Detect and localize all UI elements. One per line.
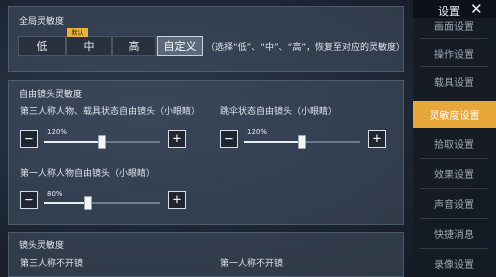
slider-fill	[44, 202, 88, 204]
slider-value-third-person: 120%	[47, 128, 68, 136]
third-person-slider[interactable]	[44, 135, 160, 149]
sidebar-item-pickup[interactable]: 拾取设置	[418, 132, 490, 154]
slider-value-first-person: 80%	[47, 190, 63, 198]
parachute-minus-button[interactable]: −	[220, 130, 238, 148]
sidebar-divider	[420, 66, 488, 67]
sidebar-item-display[interactable]: 画面设置	[418, 14, 490, 36]
sidebar-item-quick-messages[interactable]: 快捷消息	[418, 222, 490, 244]
slider-fill	[44, 141, 102, 143]
first-person-plus-button[interactable]: +	[168, 191, 186, 209]
free-camera-title: 自由镜头灵敏度	[19, 90, 83, 100]
sidebar-divider	[420, 188, 488, 189]
sidebar-divider	[420, 158, 488, 159]
level-hint-text: （选择“低”、“中”、“高”，恢复至对应的灵敏度）	[206, 43, 405, 53]
level-custom-button[interactable]: 自定义	[157, 36, 203, 56]
slider-label-third-person: 第三人称人物、载具状态自由镜头（小眼睛）	[20, 107, 201, 117]
slider-value-parachute: 120%	[247, 128, 268, 136]
level-medium-button[interactable]: 中	[66, 36, 112, 56]
sidebar-divider	[420, 248, 488, 249]
sidebar-item-controls[interactable]: 操作设置	[418, 42, 490, 64]
sidebar-divider	[420, 218, 488, 219]
camera-sensitivity-panel: 镜头灵敏度	[8, 232, 404, 277]
slider-thumb[interactable]	[98, 135, 106, 149]
sidebar-item-replay[interactable]: 录像设置	[418, 252, 490, 274]
slider-label-first-person: 第一人称人物自由镜头（小眼睛）	[20, 169, 156, 179]
sidebar-item-effects[interactable]: 效果设置	[418, 162, 490, 184]
sidebar-item-audio[interactable]: 声音设置	[418, 192, 490, 214]
first-person-minus-button[interactable]: −	[20, 191, 38, 209]
first-person-no-scope-label: 第一人称不开镜	[220, 259, 284, 269]
parachute-plus-button[interactable]: +	[368, 130, 386, 148]
sidebar-item-sensitivity[interactable]: 灵敏度设置	[413, 101, 496, 128]
default-badge: 默认	[67, 28, 88, 37]
slider-label-parachute: 跳伞状态自由镜头（小眼睛）	[220, 107, 338, 117]
settings-content: 全局灵敏度 低 中 默认 高 自定义 （选择“低”、“中”、“高”，恢复至对应的…	[0, 0, 409, 277]
third-person-no-scope-label: 第三人称不开镜	[20, 259, 84, 269]
camera-sensitivity-title: 镜头灵敏度	[19, 241, 65, 251]
sidebar-divider	[420, 38, 488, 39]
level-high-button[interactable]: 高	[112, 36, 156, 56]
slider-fill	[244, 141, 302, 143]
first-person-slider[interactable]	[44, 196, 160, 210]
parachute-slider[interactable]	[244, 135, 360, 149]
global-sensitivity-title: 全局灵敏度	[19, 17, 65, 27]
slider-thumb[interactable]	[84, 196, 92, 210]
slider-thumb[interactable]	[298, 135, 306, 149]
third-person-minus-button[interactable]: −	[20, 130, 38, 148]
sidebar-item-vehicle[interactable]: 载具设置	[418, 70, 490, 92]
level-low-button[interactable]: 低	[18, 36, 66, 56]
third-person-plus-button[interactable]: +	[168, 130, 186, 148]
